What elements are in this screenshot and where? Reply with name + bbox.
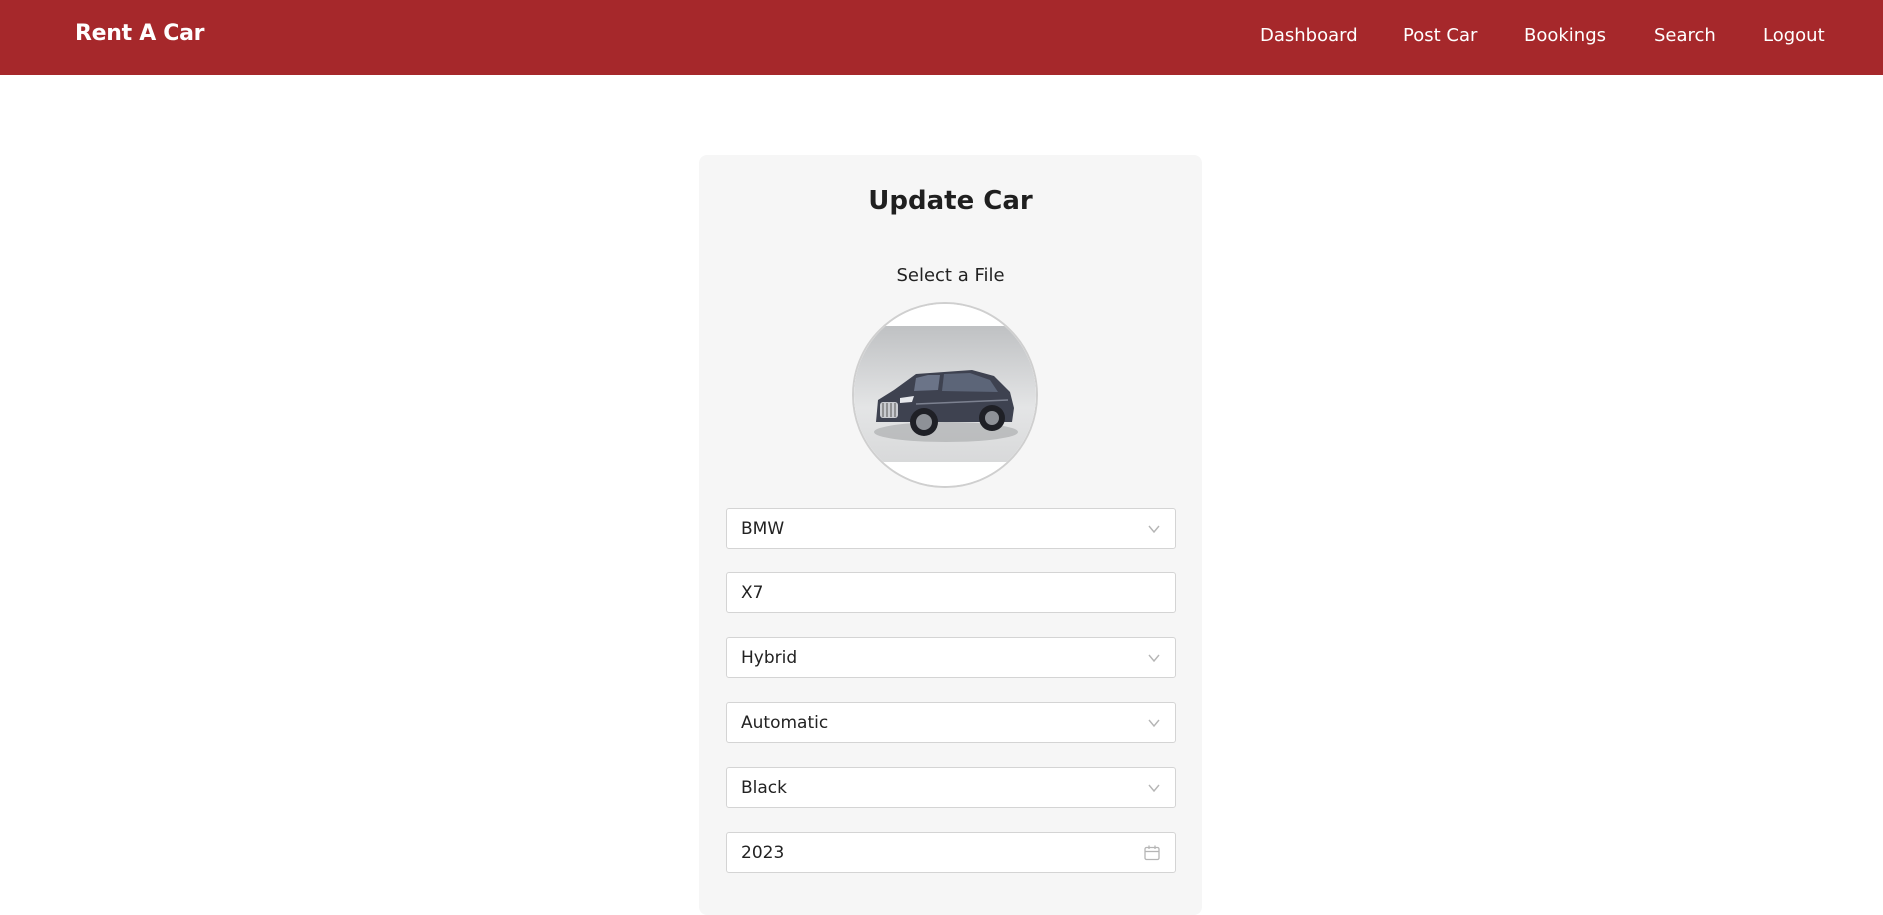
- nav-logout[interactable]: Logout: [1763, 25, 1825, 46]
- color-select[interactable]: Black: [726, 767, 1176, 808]
- chevron-down-icon: [1148, 654, 1160, 663]
- year-value: 2023: [741, 843, 785, 863]
- fuel-type-select[interactable]: Hybrid: [726, 637, 1176, 678]
- transmission-value: Automatic: [741, 713, 829, 733]
- select-file-button[interactable]: Select a File: [699, 265, 1202, 286]
- calendar-icon[interactable]: [1143, 844, 1161, 862]
- nav-search[interactable]: Search: [1654, 25, 1716, 46]
- chevron-down-icon: [1148, 784, 1160, 793]
- nav-post-car[interactable]: Post Car: [1403, 25, 1477, 46]
- brand-select[interactable]: BMW: [726, 508, 1176, 549]
- transmission-select[interactable]: Automatic: [726, 702, 1176, 743]
- chevron-down-icon: [1148, 525, 1160, 534]
- navbar: Rent A Car Dashboard Post Car Bookings S…: [0, 0, 1883, 75]
- nav-dashboard[interactable]: Dashboard: [1260, 25, 1358, 46]
- nav-bookings[interactable]: Bookings: [1524, 25, 1606, 46]
- year-picker[interactable]: 2023: [726, 832, 1176, 873]
- car-photo-icon: [854, 304, 1036, 486]
- car-image-preview[interactable]: [852, 302, 1038, 488]
- chevron-down-icon: [1148, 719, 1160, 728]
- color-value: Black: [741, 778, 787, 798]
- fuel-type-value: Hybrid: [741, 648, 798, 668]
- brand-logo[interactable]: Rent A Car: [75, 21, 205, 46]
- car-name-input[interactable]: [727, 573, 1175, 612]
- update-car-form: Update Car Select a File BMW X7 Hybrid A…: [699, 155, 1202, 915]
- car-name-field[interactable]: [726, 572, 1176, 613]
- form-title: Update Car: [868, 186, 1033, 216]
- brand-select-value: BMW: [741, 519, 785, 539]
